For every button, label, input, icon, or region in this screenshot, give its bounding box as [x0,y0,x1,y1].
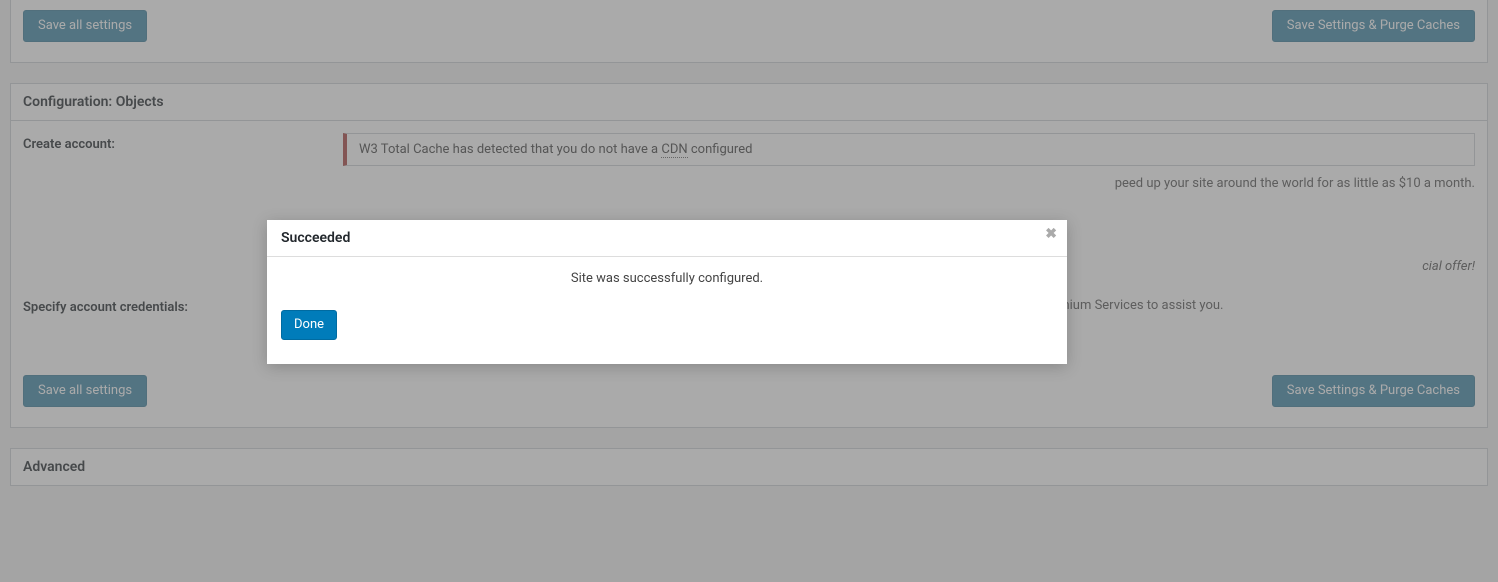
modal-title: Succeeded [281,230,350,246]
done-button[interactable]: Done [281,310,337,340]
success-modal: Succeeded ✖ Site was successfully config… [267,220,1067,364]
modal-body-text: Site was successfully configured. [267,257,1067,300]
close-icon[interactable]: ✖ [1045,226,1057,242]
